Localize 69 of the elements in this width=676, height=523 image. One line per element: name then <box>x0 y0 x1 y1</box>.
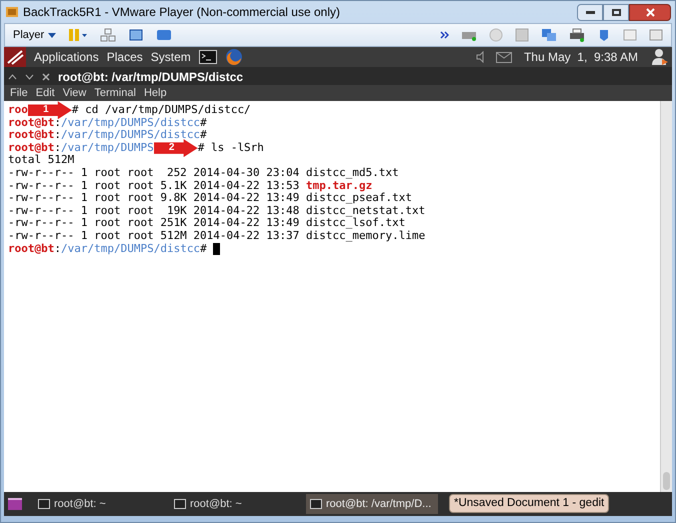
terminal-text: # <box>200 242 208 256</box>
terminal-text: /var/tmp/DUMPS/distcc <box>60 242 200 256</box>
desktop-icon[interactable] <box>8 498 22 510</box>
panel-menu[interactable]: System <box>150 48 191 66</box>
terminal-text: : <box>54 129 61 142</box>
terminal-text: -rw-r--r-- 1 root root 9.8K 2014-04-22 13:49 distcc_pseaf.txt <box>8 192 412 205</box>
taskbar-button[interactable]: root@bt: ~ <box>170 494 302 514</box>
chevron-icon[interactable] <box>440 31 449 39</box>
clock[interactable]: Thu May 1, 9:38 AM <box>524 48 638 66</box>
caret-icon <box>48 32 56 38</box>
terminal-text: /var/tmp/DUMPS <box>60 142 154 154</box>
app-icon <box>5 5 19 19</box>
terminal-text: root@bt <box>8 242 54 256</box>
terminal-icon[interactable] <box>198 50 217 64</box>
terminal-text: -rw-r--r-- 1 root root 252 2014-04-30 23:04 distcc_md5.txt <box>8 166 399 180</box>
menu-item[interactable]: Help <box>144 84 167 102</box>
menu-item[interactable]: Edit <box>36 84 55 102</box>
menu-item[interactable]: View <box>62 84 86 102</box>
taskbar-button[interactable]: root@bt: /var/tmp/D... <box>306 494 438 514</box>
speaker-icon[interactable] <box>476 51 484 63</box>
terminal-text: : <box>54 242 61 256</box>
terminal-text: : <box>54 142 61 154</box>
terminal-text: /var/tmp/DUMPS/distcc <box>60 129 200 142</box>
mail-icon[interactable] <box>496 52 512 62</box>
menu-item[interactable]: Terminal <box>94 84 136 102</box>
terminal-text: root@bt <box>8 116 54 130</box>
terminal-text: -rw-r--r-- 1 root root 5.1K 2014-04-22 13:53 <box>8 180 300 192</box>
terminal-text: root@bt <box>8 129 54 142</box>
maximize-button[interactable] <box>603 4 629 20</box>
down-icon[interactable] <box>25 74 34 80</box>
close-icon <box>646 8 654 16</box>
terminal-text: # <box>200 116 207 130</box>
terminal-title: root@bt: /var/tmp/DUMPS/distcc <box>58 69 244 86</box>
terminal-text: roo <box>8 104 28 117</box>
terminal-text: # ls -lSrh <box>198 142 264 154</box>
terminal-text: # <box>200 129 207 142</box>
network-icon[interactable] <box>100 28 116 42</box>
browser-icon[interactable] <box>224 48 243 66</box>
terminal-icon <box>38 499 50 509</box>
user-icon[interactable] <box>650 48 668 66</box>
terminal-text: -rw-r--r-- 1 root root 251K 2014-04-22 13:49 distcc_lsof.txt <box>8 217 406 230</box>
menu-item[interactable]: File <box>10 84 28 102</box>
taskbar-button[interactable]: root@bt: ~ <box>34 494 166 514</box>
pause-icon[interactable] <box>68 28 88 42</box>
terminal-text: total 512M <box>8 154 74 167</box>
terminal-icon <box>310 499 322 509</box>
panel-menu[interactable]: Applications <box>34 48 99 66</box>
distro-logo-icon[interactable] <box>4 47 26 67</box>
printer-icon[interactable] <box>569 28 585 42</box>
terminal-text: : <box>54 116 61 130</box>
minimize-button[interactable] <box>577 4 603 20</box>
terminal-text: /var/tmp/DUMPS/distcc <box>60 116 200 130</box>
terminal-text: tmp.tar.gz <box>306 180 372 192</box>
window-title: BackTrack5R1 - VMware Player (Non-commercial use only) <box>23 4 340 21</box>
close-button[interactable] <box>629 4 671 20</box>
player-menu[interactable]: Player <box>13 26 56 44</box>
drive-icon[interactable] <box>461 29 477 41</box>
panel-menu[interactable]: Places <box>106 48 143 66</box>
tooltip: *Unsaved Document 1 - gedit <box>449 494 610 513</box>
terminal-text: root@bt <box>8 142 54 154</box>
terminal-text: -rw-r--r-- 1 root root 19K 2014-04-22 13:48 distcc_netstat.txt <box>8 204 426 217</box>
terminal-text: -rw-r--r-- 1 root root 512M 2014-04-22 13:37 distcc_memory.lime <box>8 230 426 243</box>
up-icon[interactable] <box>8 74 17 80</box>
scrollbar[interactable] <box>660 101 672 492</box>
terminal-text: # cd /var/tmp/DUMPS/distcc/ <box>72 104 251 117</box>
terminal-icon <box>174 499 186 509</box>
close-icon[interactable] <box>42 73 50 81</box>
fullscreen-icon[interactable] <box>128 28 144 42</box>
text-cursor <box>213 242 220 255</box>
